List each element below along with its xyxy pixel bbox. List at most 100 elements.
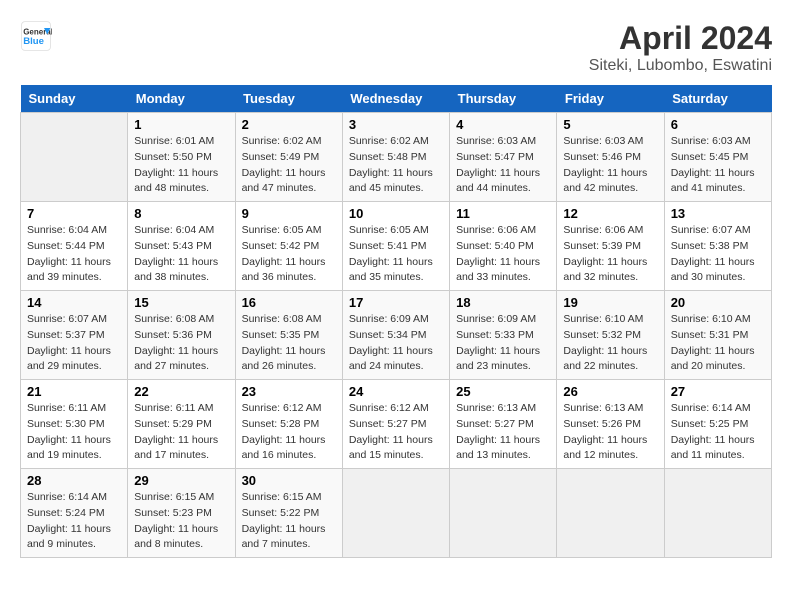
weekday-header-monday: Monday: [128, 85, 235, 113]
day-number: 2: [242, 117, 336, 132]
day-info: Sunrise: 6:13 AMSunset: 5:26 PMDaylight:…: [563, 401, 657, 464]
day-cell: 11 Sunrise: 6:06 AMSunset: 5:40 PMDayligh…: [450, 202, 557, 291]
week-row-2: 7 Sunrise: 6:04 AMSunset: 5:44 PMDaylight…: [21, 202, 772, 291]
day-info: Sunrise: 6:08 AMSunset: 5:35 PMDaylight:…: [242, 312, 336, 375]
day-cell: 5 Sunrise: 6:03 AMSunset: 5:46 PMDaylight…: [557, 113, 664, 202]
weekday-header-sunday: Sunday: [21, 85, 128, 113]
day-cell: [450, 469, 557, 558]
day-number: 29: [134, 473, 228, 488]
day-number: 10: [349, 206, 443, 221]
day-cell: 30 Sunrise: 6:15 AMSunset: 5:22 PMDayligh…: [235, 469, 342, 558]
day-info: Sunrise: 6:04 AMSunset: 5:44 PMDaylight:…: [27, 223, 121, 286]
day-cell: 22 Sunrise: 6:11 AMSunset: 5:29 PMDayligh…: [128, 380, 235, 469]
day-cell: [557, 469, 664, 558]
weekday-header-thursday: Thursday: [450, 85, 557, 113]
day-info: Sunrise: 6:04 AMSunset: 5:43 PMDaylight:…: [134, 223, 228, 286]
day-cell: 7 Sunrise: 6:04 AMSunset: 5:44 PMDaylight…: [21, 202, 128, 291]
weekday-header-row: SundayMondayTuesdayWednesdayThursdayFrid…: [21, 85, 772, 113]
day-cell: [664, 469, 771, 558]
day-cell: 15Sunrise: 6:08 AMSunset: 5:36 PMDayligh…: [128, 291, 235, 380]
day-number: 7: [27, 206, 121, 221]
day-info: Sunrise: 6:09 AMSunset: 5:34 PMDaylight:…: [349, 312, 443, 375]
day-info: Sunrise: 6:10 AMSunset: 5:32 PMDaylight:…: [563, 312, 657, 375]
day-number: 22: [134, 384, 228, 399]
day-cell: 12 Sunrise: 6:06 AMSunset: 5:39 PMDayligh…: [557, 202, 664, 291]
day-info: Sunrise: 6:14 AMSunset: 5:24 PMDaylight:…: [27, 490, 121, 553]
day-info: Sunrise: 6:01 AMSunset: 5:50 PMDaylight:…: [134, 134, 228, 197]
logo-icon: General Blue: [20, 20, 52, 52]
day-info: Sunrise: 6:15 AMSunset: 5:23 PMDaylight:…: [134, 490, 228, 553]
day-cell: 26 Sunrise: 6:13 AMSunset: 5:26 PMDayligh…: [557, 380, 664, 469]
day-info: Sunrise: 6:11 AMSunset: 5:30 PMDaylight:…: [27, 401, 121, 464]
calendar-table: SundayMondayTuesdayWednesdayThursdayFrid…: [20, 85, 772, 558]
day-cell: 18 Sunrise: 6:09 AMSunset: 5:33 PMDayligh…: [450, 291, 557, 380]
subtitle: Siteki, Lubombo, Eswatini: [589, 57, 772, 75]
day-cell: 3Sunrise: 6:02 AMSunset: 5:48 PMDaylight…: [342, 113, 449, 202]
svg-text:Blue: Blue: [23, 36, 44, 47]
day-info: Sunrise: 6:06 AMSunset: 5:39 PMDaylight:…: [563, 223, 657, 286]
day-cell: 2 Sunrise: 6:02 AMSunset: 5:49 PMDaylight…: [235, 113, 342, 202]
day-info: Sunrise: 6:03 AMSunset: 5:47 PMDaylight:…: [456, 134, 550, 197]
day-number: 6: [671, 117, 765, 132]
day-info: Sunrise: 6:12 AMSunset: 5:27 PMDaylight:…: [349, 401, 443, 464]
day-number: 4: [456, 117, 550, 132]
day-number: 5: [563, 117, 657, 132]
day-cell: 20 Sunrise: 6:10 AMSunset: 5:31 PMDayligh…: [664, 291, 771, 380]
logo: General Blue: [20, 20, 52, 52]
title-block: April 2024 Siteki, Lubombo, Eswatini: [589, 20, 772, 75]
day-cell: [342, 469, 449, 558]
week-row-3: 14 Sunrise: 6:07 AMSunset: 5:37 PMDayligh…: [21, 291, 772, 380]
day-number: 25: [456, 384, 550, 399]
day-info: Sunrise: 6:15 AMSunset: 5:22 PMDaylight:…: [242, 490, 336, 553]
day-cell: 16Sunrise: 6:08 AMSunset: 5:35 PMDayligh…: [235, 291, 342, 380]
day-number: 9: [242, 206, 336, 221]
day-number: 19: [563, 295, 657, 310]
week-row-5: 28 Sunrise: 6:14 AMSunset: 5:24 PMDayligh…: [21, 469, 772, 558]
day-cell: 14 Sunrise: 6:07 AMSunset: 5:37 PMDayligh…: [21, 291, 128, 380]
day-info: Sunrise: 6:03 AMSunset: 5:46 PMDaylight:…: [563, 134, 657, 197]
day-info: Sunrise: 6:07 AMSunset: 5:38 PMDaylight:…: [671, 223, 765, 286]
day-cell: 23Sunrise: 6:12 AMSunset: 5:28 PMDayligh…: [235, 380, 342, 469]
day-cell: 4 Sunrise: 6:03 AMSunset: 5:47 PMDaylight…: [450, 113, 557, 202]
day-number: 28: [27, 473, 121, 488]
day-number: 23: [242, 384, 336, 399]
day-info: Sunrise: 6:13 AMSunset: 5:27 PMDaylight:…: [456, 401, 550, 464]
main-title: April 2024: [589, 20, 772, 57]
day-number: 21: [27, 384, 121, 399]
day-info: Sunrise: 6:14 AMSunset: 5:25 PMDaylight:…: [671, 401, 765, 464]
day-info: Sunrise: 6:06 AMSunset: 5:40 PMDaylight:…: [456, 223, 550, 286]
weekday-header-friday: Friday: [557, 85, 664, 113]
day-number: 24: [349, 384, 443, 399]
day-info: Sunrise: 6:03 AMSunset: 5:45 PMDaylight:…: [671, 134, 765, 197]
day-cell: 24 Sunrise: 6:12 AMSunset: 5:27 PMDayligh…: [342, 380, 449, 469]
day-number: 12: [563, 206, 657, 221]
day-number: 30: [242, 473, 336, 488]
week-row-1: 1Sunrise: 6:01 AMSunset: 5:50 PMDaylight…: [21, 113, 772, 202]
weekday-header-saturday: Saturday: [664, 85, 771, 113]
day-number: 20: [671, 295, 765, 310]
day-info: Sunrise: 6:09 AMSunset: 5:33 PMDaylight:…: [456, 312, 550, 375]
day-cell: 6 Sunrise: 6:03 AMSunset: 5:45 PMDaylight…: [664, 113, 771, 202]
day-cell: 19 Sunrise: 6:10 AMSunset: 5:32 PMDayligh…: [557, 291, 664, 380]
day-cell: 10Sunrise: 6:05 AMSunset: 5:41 PMDayligh…: [342, 202, 449, 291]
day-number: 17: [349, 295, 443, 310]
day-cell: 13 Sunrise: 6:07 AMSunset: 5:38 PMDayligh…: [664, 202, 771, 291]
day-number: 18: [456, 295, 550, 310]
day-cell: 21 Sunrise: 6:11 AMSunset: 5:30 PMDayligh…: [21, 380, 128, 469]
day-number: 14: [27, 295, 121, 310]
day-cell: 27 Sunrise: 6:14 AMSunset: 5:25 PMDayligh…: [664, 380, 771, 469]
day-number: 26: [563, 384, 657, 399]
day-number: 11: [456, 206, 550, 221]
day-info: Sunrise: 6:11 AMSunset: 5:29 PMDaylight:…: [134, 401, 228, 464]
day-info: Sunrise: 6:07 AMSunset: 5:37 PMDaylight:…: [27, 312, 121, 375]
day-info: Sunrise: 6:10 AMSunset: 5:31 PMDaylight:…: [671, 312, 765, 375]
day-number: 27: [671, 384, 765, 399]
day-info: Sunrise: 6:08 AMSunset: 5:36 PMDaylight:…: [134, 312, 228, 375]
day-cell: 8 Sunrise: 6:04 AMSunset: 5:43 PMDaylight…: [128, 202, 235, 291]
day-info: Sunrise: 6:02 AMSunset: 5:49 PMDaylight:…: [242, 134, 336, 197]
day-cell: 9Sunrise: 6:05 AMSunset: 5:42 PMDaylight…: [235, 202, 342, 291]
day-number: 13: [671, 206, 765, 221]
day-number: 8: [134, 206, 228, 221]
day-cell: 28 Sunrise: 6:14 AMSunset: 5:24 PMDayligh…: [21, 469, 128, 558]
day-cell: 17 Sunrise: 6:09 AMSunset: 5:34 PMDayligh…: [342, 291, 449, 380]
